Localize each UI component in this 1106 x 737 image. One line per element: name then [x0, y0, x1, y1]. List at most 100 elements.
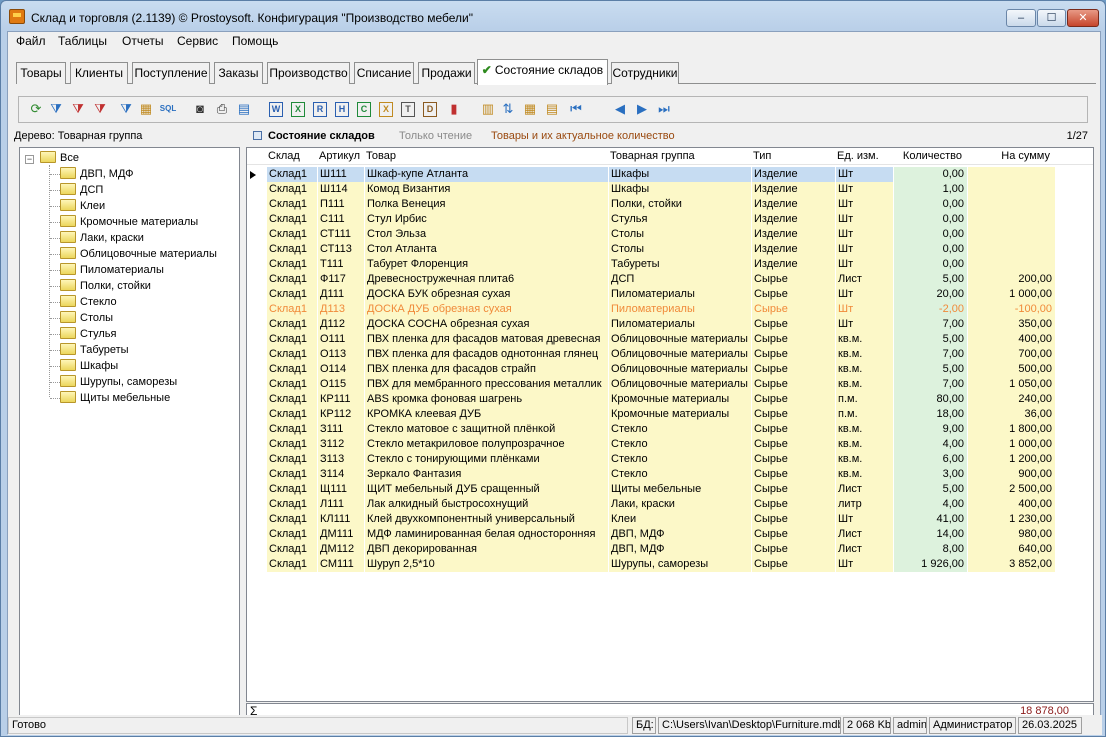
- table-row[interactable]: Склад1 О111 ПВХ пленка для фасадов матовая…: [247, 332, 1093, 347]
- table-row[interactable]: Склад1 ДМ112 ДВП декорированная ДВП, МДФ Сыр…: [247, 542, 1093, 557]
- tree-item[interactable]: ДВП, МДФ: [60, 166, 134, 182]
- tree-item[interactable]: Полки, стойки: [60, 278, 151, 294]
- export-dbf-icon[interactable]: D: [423, 102, 437, 117]
- table-row[interactable]: Склад1 П111 Полка Венеция Полки, стойки Изде…: [247, 197, 1093, 212]
- export-word-icon[interactable]: W: [269, 102, 283, 117]
- menu-help[interactable]: Помощь: [232, 34, 278, 48]
- title-bar[interactable]: Склад и торговля (2.1139) © Prostoysoft.…: [1, 1, 1105, 31]
- table-row[interactable]: Склад1 Л111 Лак алкидный быстросохнущий Лак…: [247, 497, 1093, 512]
- tab-orders[interactable]: Заказы: [214, 62, 263, 84]
- menu-service[interactable]: Сервис: [177, 34, 218, 48]
- menu-tables[interactable]: Таблицы: [58, 34, 107, 48]
- table-settings-icon[interactable]: ▦: [521, 100, 539, 118]
- preview-icon[interactable]: ▤: [235, 100, 253, 118]
- tab-employees[interactable]: Сотрудники: [611, 62, 679, 84]
- tree-root[interactable]: Все: [40, 150, 79, 166]
- tree-item[interactable]: Стулья: [60, 326, 116, 342]
- table-row[interactable]: Склад1 СМ111 Шуруп 2,5*10 Шурупы, саморезы С…: [247, 557, 1093, 572]
- column-header[interactable]: На сумму: [968, 149, 1052, 164]
- binoculars-icon[interactable]: ◙: [191, 100, 209, 118]
- tab-goods[interactable]: Товары: [16, 62, 66, 84]
- last-record-icon[interactable]: ⏭: [655, 100, 673, 118]
- table-row[interactable]: Склад1 О113 ПВХ пленка для фасадов однотон…: [247, 347, 1093, 362]
- prev-record-icon[interactable]: ◀: [611, 100, 629, 118]
- menu-reports[interactable]: Отчеты: [122, 34, 163, 48]
- tree-item[interactable]: Пиломатериалы: [60, 262, 164, 278]
- group-icon[interactable]: ▦: [137, 100, 155, 118]
- table-row[interactable]: Склад1 Ш114 Комод Византия Шкафы Изделие Шт 1,…: [247, 182, 1093, 197]
- tree-item[interactable]: ДСП: [60, 182, 103, 198]
- tab-sales[interactable]: Продажи: [418, 62, 475, 84]
- table-row[interactable]: Склад1 Д113 ДОСКА ДУБ обрезная сухая Пилома…: [247, 302, 1093, 317]
- table-row[interactable]: Склад1 Т111 Табурет Флоренция Табуреты Издел…: [247, 257, 1093, 272]
- tab-production[interactable]: Производство: [267, 62, 350, 84]
- next-record-icon[interactable]: ▶: [633, 100, 651, 118]
- data-grid[interactable]: Склад Артикул Товар Товарная группа Тип Ед. и…: [246, 147, 1094, 702]
- column-header[interactable]: Товар: [365, 149, 605, 164]
- table-row[interactable]: Склад1 Щ111 ЩИТ мебельный ДУБ сращенный Щит…: [247, 482, 1093, 497]
- export-xml-icon[interactable]: X: [379, 102, 393, 117]
- table-row[interactable]: Склад1 О115 ПВХ для мембранного прессовани…: [247, 377, 1093, 392]
- menu-file[interactable]: Файл: [16, 34, 46, 48]
- tree-collapse-icon[interactable]: −: [25, 155, 34, 164]
- filter-remove-icon[interactable]: ⧩: [69, 100, 87, 118]
- filter-icon[interactable]: ⧩: [47, 100, 65, 118]
- column-header[interactable]: Склад: [267, 149, 314, 164]
- table-row[interactable]: Склад1 З114 Зеркало Фантазия Стекло Сырье кв.…: [247, 467, 1093, 482]
- first-record-icon[interactable]: ⏮: [567, 100, 585, 118]
- table-row[interactable]: Склад1 З113 Стекло с тонирующими плёнками С…: [247, 452, 1093, 467]
- export-csv-icon[interactable]: C: [357, 102, 371, 117]
- export-rtf-icon[interactable]: R: [313, 102, 327, 117]
- column-header[interactable]: Тип: [752, 149, 832, 164]
- export-txt-icon[interactable]: T: [401, 102, 415, 117]
- table-cell: Сырье: [752, 377, 835, 392]
- maximize-button[interactable]: ☐: [1037, 9, 1066, 27]
- tree-item[interactable]: Кромочные материалы: [60, 214, 198, 230]
- tab-warehouse-state[interactable]: ✔ Состояние складов: [477, 59, 608, 85]
- table-row[interactable]: Склад1 Ш111 Шкаф-купе Атланта Шкафы Изделие Ш…: [247, 167, 1093, 182]
- table-row[interactable]: Склад1 З112 Стекло метакриловое полупрозра…: [247, 437, 1093, 452]
- table-row[interactable]: Склад1 КР111 ABS кромка фоновая шагрень Кро…: [247, 392, 1093, 407]
- tab-writeoff[interactable]: Списание: [354, 62, 414, 84]
- tree-item[interactable]: Стекло: [60, 294, 117, 310]
- table-row[interactable]: Склад1 О114 ПВХ пленка для фасадов страйп О…: [247, 362, 1093, 377]
- sort-icon[interactable]: ⇅: [499, 100, 517, 118]
- print-icon[interactable]: ⎙: [213, 100, 231, 118]
- filter-check-icon[interactable]: ⧩: [117, 100, 135, 118]
- columns-icon[interactable]: ▥: [479, 100, 497, 118]
- category-tree[interactable]: − Все ДВП, МДФ ДСП Клеи Кромочные материалы…: [19, 147, 240, 719]
- chart-icon[interactable]: ▮: [445, 100, 463, 118]
- form-icon[interactable]: ▤: [543, 100, 561, 118]
- tree-item[interactable]: Табуреты: [60, 342, 129, 358]
- column-header[interactable]: Артикул: [318, 149, 361, 164]
- table-row[interactable]: Склад1 З111 Стекло матовое с защитной плён…: [247, 422, 1093, 437]
- tree-item[interactable]: Шурупы, саморезы: [60, 374, 177, 390]
- table-row[interactable]: Склад1 Д111 ДОСКА БУК обрезная сухая Пилома…: [247, 287, 1093, 302]
- table-row[interactable]: Склад1 ДМ111 МДФ ламинированная белая одно…: [247, 527, 1093, 542]
- table-row[interactable]: Склад1 Д112 ДОСКА СОСНА обрезная сухая Пило…: [247, 317, 1093, 332]
- tree-item[interactable]: Лаки, краски: [60, 230, 144, 246]
- tree-item[interactable]: Щиты мебельные: [60, 390, 170, 406]
- refresh-icon[interactable]: ⟳: [27, 100, 45, 118]
- tab-receipts[interactable]: Поступление: [132, 62, 210, 84]
- table-row[interactable]: Склад1 СТ113 Стол Атланта Столы Изделие Шт 0,0…: [247, 242, 1093, 257]
- table-row[interactable]: Склад1 КР112 КРОМКА клеевая ДУБ Кромочные м…: [247, 407, 1093, 422]
- tree-item[interactable]: Столы: [60, 310, 113, 326]
- table-row[interactable]: Склад1 С111 Стул Ирбис Стулья Изделие Шт 0,00: [247, 212, 1093, 227]
- filter-clear-icon[interactable]: ⧩: [91, 100, 109, 118]
- column-header[interactable]: Количество: [894, 149, 964, 164]
- tab-clients[interactable]: Клиенты: [70, 62, 128, 84]
- tree-item[interactable]: Шкафы: [60, 358, 118, 374]
- table-row[interactable]: Склад1 КЛ111 Клей двухкомпонентный универс…: [247, 512, 1093, 527]
- tree-item[interactable]: Клеи: [60, 198, 105, 214]
- export-html-icon[interactable]: H: [335, 102, 349, 117]
- tree-item[interactable]: Облицовочные материалы: [60, 246, 217, 262]
- minimize-button[interactable]: ‒: [1006, 9, 1036, 27]
- export-excel-icon[interactable]: X: [291, 102, 305, 117]
- column-header[interactable]: Ед. изм.: [836, 149, 890, 164]
- column-header[interactable]: Товарная группа: [609, 149, 748, 164]
- table-row[interactable]: Склад1 СТ111 Стол Эльза Столы Изделие Шт 0,00: [247, 227, 1093, 242]
- sql-icon[interactable]: SQL: [159, 100, 177, 118]
- close-button[interactable]: ✕: [1067, 9, 1099, 27]
- table-row[interactable]: Склад1 Ф117 Древесностружечная плита6 ДСП Сы…: [247, 272, 1093, 287]
